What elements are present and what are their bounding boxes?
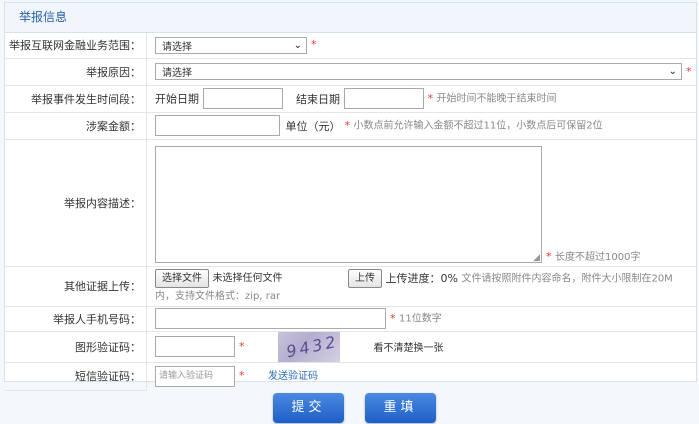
submit-button[interactable]: 提交 [273, 393, 344, 423]
upload-progress: 上传进度：0% [385, 271, 458, 285]
required-mark: * [344, 118, 351, 132]
captcha-input[interactable] [155, 336, 235, 357]
row-evidence: 其他证据上传： 选择文件 未选择任何文件 上传 上传进度：0% 文件请按照附件内… [5, 266, 696, 307]
required-mark: * [390, 311, 396, 325]
row-description: 举报内容描述： ◢ * 长度不超过1000字 [5, 139, 696, 267]
description-label: 举报内容描述： [5, 139, 147, 267]
row-period: 举报事件发生时间段： 开始日期 结束日期 * 开始时间不能晚于结束时间 [5, 85, 696, 113]
captcha-image[interactable]: 9432 [278, 331, 340, 362]
end-date-input[interactable] [343, 88, 424, 109]
amount-hint: 小数点前允许输入金额不超过11位，小数点后可保留2位 [353, 120, 603, 132]
sms-code-input[interactable]: 请输入验证码 [155, 365, 235, 387]
captcha-image-text: 9432 [284, 331, 340, 361]
row-phone: 举报人手机号码： * 11位数字 [5, 306, 696, 332]
required-mark: * [546, 249, 552, 263]
period-hint: 开始时间不能晚于结束时间 [436, 93, 557, 105]
required-mark: * [311, 38, 317, 52]
start-date-label: 开始日期 [155, 92, 199, 106]
row-scope: 举报互联网金融业务范围： 请选择 ⌄ * [5, 33, 696, 59]
end-date-label: 结束日期 [296, 92, 340, 106]
period-label: 举报事件发生时间段： [5, 85, 147, 113]
reset-button[interactable]: 重填 [365, 393, 436, 423]
report-form: 举报互联网金融业务范围： 请选择 ⌄ * 举报原因： 请选择 ⌄ * 举报事件发… [5, 33, 696, 391]
choose-file-button[interactable]: 选择文件 [155, 268, 209, 288]
chevron-down-icon: ⌄ [293, 39, 302, 51]
upload-hint-line1: 文件请按照附件内容命名，附件大小限制在20M [461, 273, 673, 284]
required-mark: * [427, 91, 434, 105]
row-amount: 涉案金额： 单位（元） * 小数点前允许输入金额不超过11位，小数点后可保留2位 [5, 112, 696, 140]
amount-input[interactable] [155, 115, 280, 136]
row-captcha: 图形验证码： * 9432 看不清楚换一张 [5, 331, 696, 363]
section-title: 举报信息 [5, 3, 696, 33]
required-mark: * [239, 369, 245, 383]
phone-label: 举报人手机号码： [5, 306, 147, 332]
scope-select[interactable]: 请选择 ⌄ [155, 36, 307, 54]
sms-label: 短信验证码： [5, 362, 147, 391]
phone-input[interactable] [155, 308, 386, 329]
reason-label: 举报原因： [5, 58, 147, 86]
required-mark: * [686, 64, 692, 78]
send-sms-code-link[interactable]: 发送验证码 [268, 371, 318, 382]
description-hint: 长度不超过1000字 [555, 251, 641, 263]
upload-hint-line2: 内，支持文件格式：zip, rar [155, 290, 281, 302]
amount-label: 涉案金额： [5, 112, 147, 140]
scope-label: 举报互联网金融业务范围： [5, 33, 147, 59]
row-sms: 短信验证码： 请输入验证码 * 发送验证码 [5, 362, 696, 391]
reason-select-value: 请选择 [162, 68, 192, 79]
resize-handle-icon[interactable]: ◢ [533, 253, 540, 263]
upload-button[interactable]: 上传 [348, 268, 382, 288]
captcha-refresh-link[interactable]: 看不清楚换一张 [374, 343, 444, 354]
evidence-label: 其他证据上传： [5, 266, 147, 307]
required-mark: * [239, 339, 245, 353]
row-reason: 举报原因： 请选择 ⌄ * [5, 58, 696, 86]
start-date-input[interactable] [202, 88, 283, 109]
phone-hint: 11位数字 [399, 313, 442, 325]
chevron-down-icon: ⌄ [668, 66, 677, 77]
reason-select[interactable]: 请选择 ⌄ [155, 63, 682, 80]
amount-unit: 单位（元） [285, 119, 341, 133]
no-file-text: 未选择任何文件 [212, 272, 283, 284]
captcha-label: 图形验证码： [5, 331, 147, 363]
scope-select-value: 请选择 [162, 41, 192, 53]
description-textarea[interactable]: ◢ [155, 145, 542, 263]
report-info-panel: 举报信息 举报互联网金融业务范围： 请选择 ⌄ * 举报原因： 请选择 ⌄ * … [4, 2, 697, 391]
